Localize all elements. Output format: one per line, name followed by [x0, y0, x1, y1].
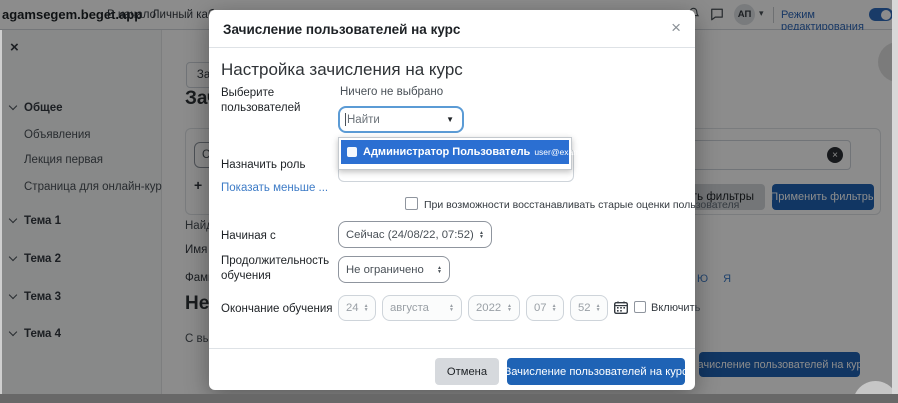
scrollbar-track[interactable]: [892, 0, 898, 403]
show-less-link[interactable]: Показать меньше ...: [221, 182, 328, 194]
end-day-value: 24: [346, 302, 359, 314]
duration-value: Не ограничено: [346, 263, 424, 276]
end-year-select[interactable]: 2022 ▲ ▼: [468, 295, 520, 321]
end-minute-select[interactable]: 52 ▲ ▼: [570, 295, 608, 321]
spinner-icon: ▲ ▼: [595, 303, 601, 313]
end-date-enable-label: Включить: [651, 302, 701, 314]
calendar-icon[interactable]: [613, 301, 629, 319]
suggestion-item-admin-user[interactable]: Администратор Пользователь user@example.…: [341, 140, 610, 164]
suggestion-user-name: Администратор Пользователь: [363, 146, 531, 158]
cancel-button[interactable]: Отмена: [435, 358, 499, 385]
duration-label: Продолжительность обучения: [221, 255, 330, 282]
page: agamsegem.beget.app В начало Личный каби…: [0, 0, 898, 403]
modal-title: Зачисление пользователей на курс: [223, 22, 461, 37]
recover-grades-checkbox[interactable]: [405, 197, 418, 210]
end-year-value: 2022: [476, 302, 502, 314]
end-month-value: августа: [390, 302, 429, 314]
bottom-edge: [0, 394, 898, 403]
spinner-icon: ▲ ▼: [449, 303, 454, 313]
checkbox-icon: [347, 147, 357, 157]
modal-close-icon[interactable]: ×: [671, 18, 681, 38]
assign-role-label: Назначить роль: [221, 159, 306, 171]
spinner-icon: ▲ ▼: [363, 303, 369, 313]
starting-from-value: Сейчас (24/08/22, 07:52): [346, 228, 474, 241]
left-edge: [0, 30, 2, 403]
end-minute-value: 52: [578, 302, 591, 314]
enrolment-options-heading: Настройка зачисления на курс: [221, 60, 463, 79]
end-date-enable-checkbox[interactable]: [634, 301, 646, 313]
suggestions-panel: Администратор Пользователь user@example.…: [338, 137, 610, 170]
end-hour-value: 07: [534, 302, 547, 314]
duration-select[interactable]: Не ограничено ▲ ▼: [338, 256, 450, 283]
modal-footer-divider: [209, 348, 695, 349]
enrol-submit-button[interactable]: Зачисление пользователей на курс: [504, 358, 688, 385]
text-caret: [345, 113, 346, 126]
suggestion-user-email: user@example.com: [534, 147, 611, 157]
user-search-combobox[interactable]: ▼: [338, 106, 464, 133]
spinner-icon: ▲ ▼: [507, 303, 512, 313]
spinner-icon: ▲ ▼: [551, 303, 557, 313]
recover-grades-label: При возможности восстанавливать старые о…: [424, 199, 740, 211]
dropdown-arrow-icon[interactable]: ▼: [446, 115, 454, 124]
end-date-label: Окончание обучения: [221, 303, 333, 315]
spinner-icon: ▲ ▼: [437, 264, 442, 275]
end-hour-select[interactable]: 07 ▲ ▼: [526, 295, 564, 321]
end-day-select[interactable]: 24 ▲ ▼: [338, 295, 376, 321]
user-search-input[interactable]: [347, 113, 437, 126]
enrol-users-modal: Зачисление пользователей на курс × Настр…: [209, 10, 739, 390]
starting-from-select[interactable]: Сейчас (24/08/22, 07:52) ▲ ▼: [338, 221, 492, 248]
nothing-selected-text: Ничего не выбрано: [340, 86, 444, 98]
spinner-icon: ▲ ▼: [479, 229, 484, 240]
select-users-label: Выберите пользователей: [221, 87, 301, 114]
modal-header: Зачисление пользователей на курс ×: [209, 10, 695, 48]
end-month-select[interactable]: августа ▲ ▼: [382, 295, 462, 321]
starting-from-label: Начиная с: [221, 230, 276, 242]
